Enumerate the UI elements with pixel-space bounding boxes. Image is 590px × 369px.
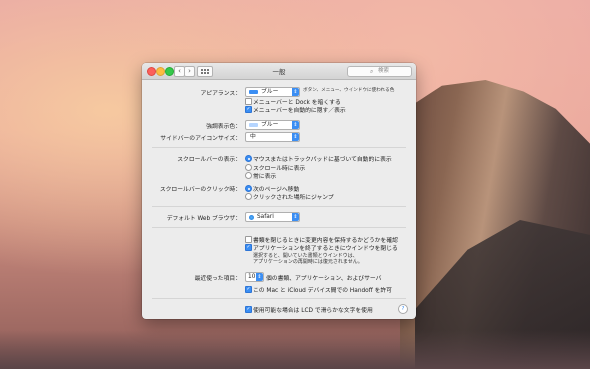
highlight-popup[interactable]: ブルー ⇕ [245,120,300,130]
separator [152,206,406,207]
handoff-checkbox[interactable]: ✓ [245,286,252,293]
general-preferences-window: ‹ › 一般 ⌕ 検索 アピアランス： ブルー ⇕ ボタン、メニュー、ウインドウ… [142,63,416,319]
highlight-value: ブルー [261,122,279,128]
ask-keep-changes-checkbox[interactable] [245,236,252,243]
sidebar-icon-size-value: 中 [250,134,256,140]
appearance-label: アピアランス： [200,91,241,97]
close-windows-note-line2: アプリケーションの再開時には復元されません。 [253,259,363,265]
chevron-updown-icon: ⇕ [292,88,299,96]
handoff-label: この Mac と iCloud デバイス間での Handoff を許可 [253,288,392,294]
separator [152,298,406,299]
scroll-click-next-page-radio[interactable] [245,185,252,192]
highlight-swatch [249,123,258,127]
scrollbars-auto-label: マウスまたはトラックパッドに基づいて自動的に表示 [253,157,392,163]
close-windows-checkbox[interactable]: ✓ [245,244,252,251]
autohide-menu-checkbox[interactable]: ✓ [245,106,252,113]
scrollbars-label: スクロールバーの表示： [177,157,241,163]
scroll-click-jump-label: クリックされた場所にジャンプ [253,195,334,201]
appearance-popup[interactable]: ブルー ⇕ [245,87,300,97]
close-windows-label: アプリケーションを終了するときにウインドウを閉じる [253,246,398,252]
scroll-click-jump-radio[interactable] [245,193,252,200]
sidebar-icon-size-label: サイドバーのアイコンサイズ： [160,136,241,142]
scrollbars-auto-radio[interactable] [245,155,252,162]
scrollbars-always-radio[interactable] [245,172,252,179]
chevron-updown-icon: ⇕ [292,213,299,221]
highlight-label: 強調表示色： [206,124,241,130]
safari-icon [249,214,254,220]
chevron-updown-icon: ⇕ [292,133,299,141]
separator [152,227,406,228]
scrollbars-scrolling-radio[interactable] [245,164,252,171]
appearance-note: ボタン、メニュー、ウインドウに使われる色 [303,88,395,93]
sidebar-icon-size-popup[interactable]: 中 ⇕ [245,132,300,142]
chevron-updown-icon: ⇕ [256,273,263,281]
default-browser-value: Safari [257,214,274,220]
separator [152,147,406,148]
appearance-value: ブルー [261,89,279,95]
autohide-menu-label: メニューバーを自動的に隠す／表示 [253,108,346,114]
recent-items-popup[interactable]: 10 ⇕ [245,272,264,282]
recent-items-label: 最近使った項目： [194,276,241,282]
wallpaper-ground [0,330,590,369]
search-placeholder: 検索 [378,68,390,74]
search-icon: ⌕ [370,68,374,75]
help-button[interactable]: ? [398,304,408,314]
scroll-click-label: スクロールバーのクリック時： [159,187,241,193]
chevron-updown-icon: ⇕ [292,121,299,129]
recent-items-value: 10 [248,274,256,280]
search-field[interactable]: ⌕ 検索 [347,66,412,77]
appearance-swatch [249,90,258,94]
default-browser-popup[interactable]: Safari ⇕ [245,212,300,222]
dark-menu-checkbox[interactable] [245,98,252,105]
lcd-smoothing-checkbox[interactable]: ✓ [245,306,252,313]
lcd-smoothing-label: 使用可能な場合は LCD で滑らかな文字を使用 [253,308,373,314]
title-bar: ‹ › 一般 ⌕ 検索 [142,63,416,80]
default-browser-label: デフォルト Web ブラウザ： [166,216,241,222]
scrollbars-always-label: 常に表示 [253,174,277,180]
recent-items-suffix: 個の書類、アプリケーション、およびサーバ [266,276,382,282]
